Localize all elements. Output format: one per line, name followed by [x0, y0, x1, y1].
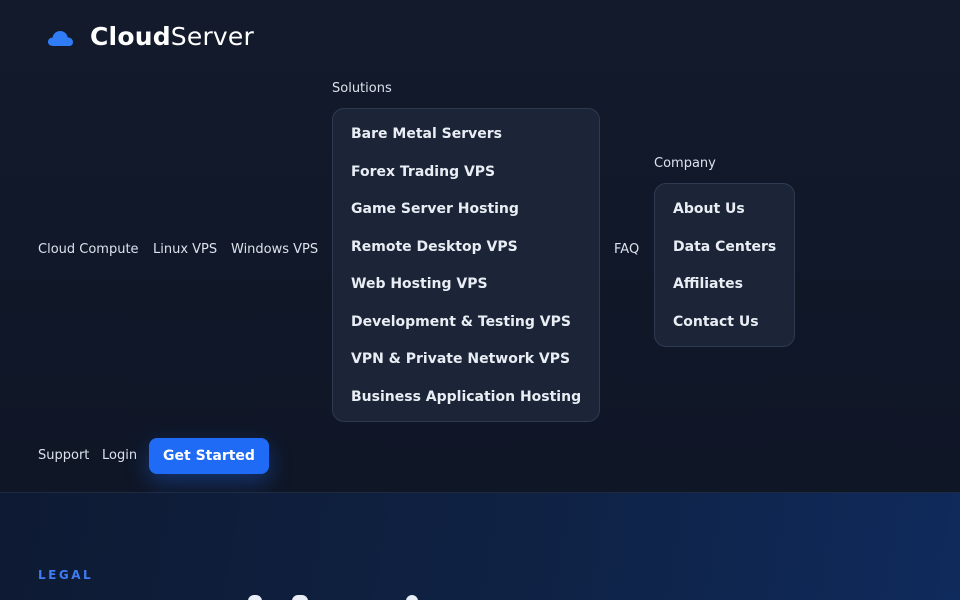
site-header: CloudServer Cloud Compute Linux VPS Wind… — [0, 0, 960, 493]
nav-support[interactable]: Support — [38, 448, 89, 463]
solutions-item-dev-testing[interactable]: Development & Testing VPS — [351, 314, 571, 330]
hero-section: LEGAL — [0, 493, 960, 600]
nav-faq[interactable]: FAQ — [614, 242, 639, 257]
solutions-item-forex[interactable]: Forex Trading VPS — [351, 164, 495, 180]
brand-name: CloudServer — [90, 22, 254, 51]
solutions-item-web-hosting[interactable]: Web Hosting VPS — [351, 276, 488, 292]
hero-eyebrow: LEGAL — [38, 568, 94, 582]
brand-logo-link[interactable]: CloudServer — [46, 22, 254, 51]
solutions-dropdown: Bare Metal Servers Forex Trading VPS Gam… — [332, 108, 600, 422]
brand-name-rest: Server — [170, 22, 254, 51]
get-started-button[interactable]: Get Started — [149, 438, 269, 474]
hero-title-cropped — [38, 595, 438, 600]
solutions-item-vpn[interactable]: VPN & Private Network VPS — [351, 351, 570, 367]
solutions-item-game-server[interactable]: Game Server Hosting — [351, 201, 519, 217]
solutions-item-remote-desktop[interactable]: Remote Desktop VPS — [351, 239, 518, 255]
solutions-item-bare-metal[interactable]: Bare Metal Servers — [351, 126, 502, 142]
nav-linux-vps[interactable]: Linux VPS — [153, 242, 217, 257]
solutions-item-business-apps[interactable]: Business Application Hosting — [351, 389, 581, 405]
company-item-contact[interactable]: Contact Us — [673, 314, 759, 330]
company-item-data-centers[interactable]: Data Centers — [673, 239, 776, 255]
nav-company[interactable]: Company — [654, 156, 716, 171]
nav-login[interactable]: Login — [102, 448, 137, 463]
company-dropdown: About Us Data Centers Affiliates Contact… — [654, 183, 795, 347]
nav-windows-vps[interactable]: Windows VPS — [231, 242, 318, 257]
company-item-about[interactable]: About Us — [673, 201, 745, 217]
cloud-icon — [47, 30, 73, 46]
nav-solutions[interactable]: Solutions — [332, 81, 392, 96]
brand-name-bold: Cloud — [90, 22, 171, 51]
nav-cloud-compute[interactable]: Cloud Compute — [38, 242, 139, 257]
company-item-affiliates[interactable]: Affiliates — [673, 276, 743, 292]
